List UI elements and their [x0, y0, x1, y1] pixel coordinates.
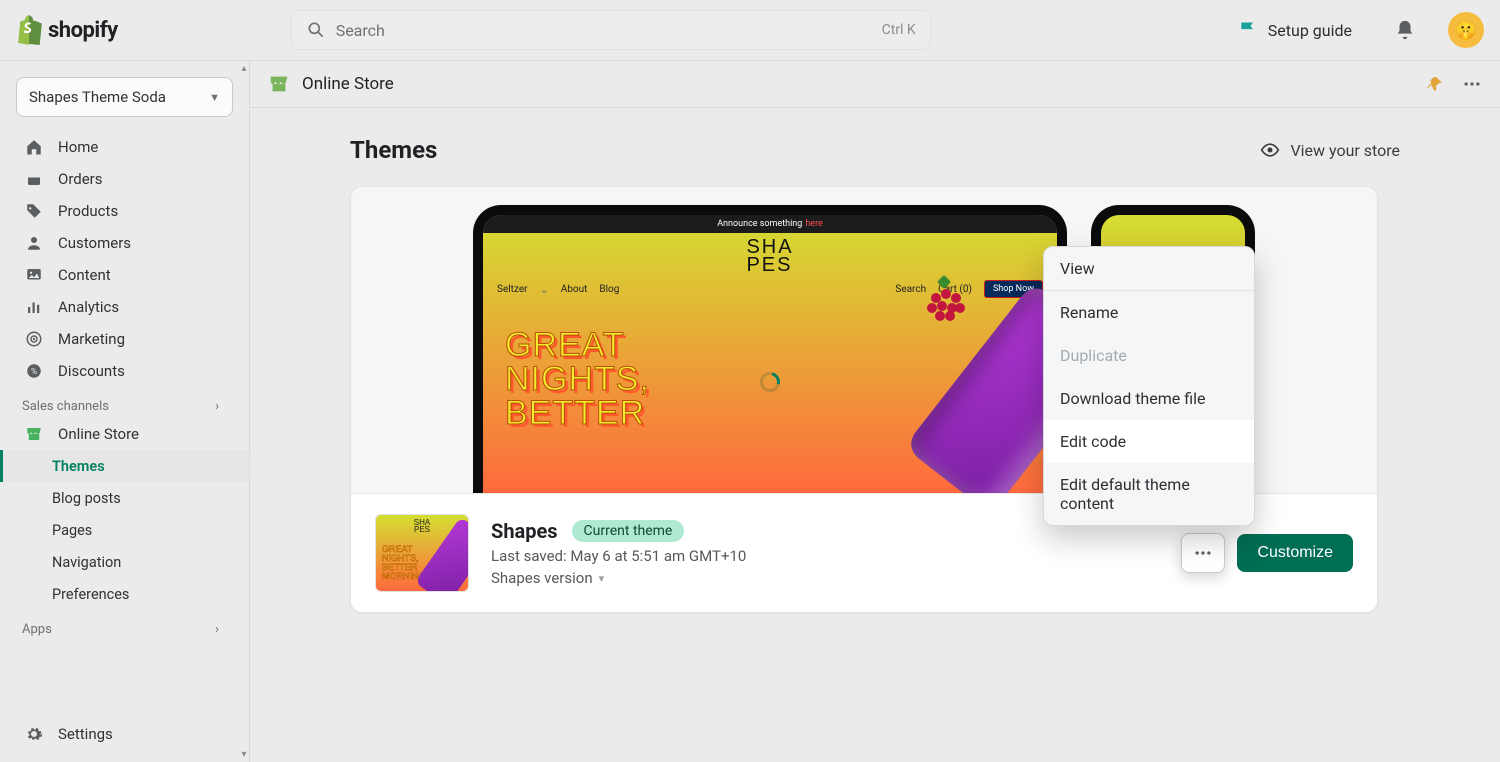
brand-text: shopify [48, 18, 118, 43]
top-bar: shopify Search Ctrl K Setup guide 🤫 [0, 0, 1500, 61]
scroll-up-icon: ▴ [241, 63, 246, 74]
nav-discounts[interactable]: %Discounts [0, 355, 249, 387]
store-selector[interactable]: Shapes Theme Soda ▼ [16, 77, 233, 117]
pin-icon[interactable] [1426, 75, 1444, 93]
chevron-down-icon: ▼ [209, 91, 220, 104]
nav-products[interactable]: Products [0, 195, 249, 227]
apps-header[interactable]: Apps › [0, 610, 249, 641]
nav-marketing[interactable]: Marketing [0, 323, 249, 355]
sidebar: ▴ ▾ Shapes Theme Soda ▼ Home Orders Prod… [0, 61, 250, 762]
theme-card: Announce somethinghere SHAPES Seltzer⌄ A… [350, 186, 1378, 613]
subnav-themes[interactable]: Themes [0, 450, 249, 482]
store-selector-label: Shapes Theme Soda [29, 88, 166, 106]
nav-customers[interactable]: Customers [0, 227, 249, 259]
preview-desktop: Announce somethinghere SHAPES Seltzer⌄ A… [473, 205, 1067, 493]
flag-icon [1238, 20, 1258, 40]
breadcrumb-bar: Online Store [250, 61, 1500, 108]
online-store-icon [268, 73, 290, 95]
view-store-link[interactable]: View your store [1260, 140, 1400, 160]
menu-view[interactable]: View [1044, 247, 1254, 290]
theme-last-saved: Last saved: May 6 at 5:51 am GMT+10 [491, 547, 746, 565]
sidebar-scrollbar[interactable]: ▴ ▾ [239, 61, 249, 762]
theme-thumbnail: SHAPES GREATNIGHTS,BETTERMORNINGS [375, 514, 469, 592]
gear-icon [24, 725, 44, 743]
menu-download-theme-file[interactable]: Download theme file [1044, 377, 1254, 420]
sales-channels-header[interactable]: Sales channels › [0, 387, 249, 418]
svg-text:%: % [31, 367, 37, 377]
subnav-preferences[interactable]: Preferences [0, 578, 249, 610]
page-title: Themes [350, 136, 437, 164]
nav-content[interactable]: Content [0, 259, 249, 291]
customize-button[interactable]: Customize [1237, 534, 1353, 572]
more-horizontal-icon [1193, 543, 1213, 563]
subnav-navigation[interactable]: Navigation [0, 546, 249, 578]
current-theme-badge: Current theme [572, 520, 685, 542]
main-content: Online Store Themes View your store [250, 61, 1500, 762]
customers-icon [24, 234, 44, 252]
online-store-icon [24, 425, 44, 443]
theme-actions-menu: View Rename Duplicate Download theme fil… [1043, 246, 1255, 526]
nav-online-store[interactable]: Online Store [0, 418, 249, 450]
search-shortcut: Ctrl K [882, 22, 916, 38]
raspberry-graphic [925, 283, 967, 321]
chevron-down-icon: ⌄ [540, 283, 549, 296]
user-avatar[interactable]: 🤫 [1448, 12, 1484, 48]
theme-card-footer: SHAPES GREATNIGHTS,BETTERMORNINGS Shapes… [351, 493, 1377, 612]
breadcrumb-title: Online Store [302, 74, 394, 94]
subnav-blog-posts[interactable]: Blog posts [0, 482, 249, 514]
setup-guide-link[interactable]: Setup guide [1238, 20, 1352, 40]
search-input[interactable]: Search Ctrl K [291, 10, 931, 50]
shopify-logo[interactable]: shopify [16, 15, 118, 45]
shopify-bag-icon [16, 15, 42, 45]
home-icon [24, 138, 44, 156]
theme-version-selector[interactable]: Shapes version ▾ [491, 569, 746, 587]
notifications-icon[interactable] [1394, 19, 1416, 41]
theme-actions-button[interactable] [1181, 533, 1225, 573]
search-icon [306, 20, 326, 40]
nav-orders[interactable]: Orders [0, 163, 249, 195]
subnav-pages[interactable]: Pages [0, 514, 249, 546]
orders-icon [24, 170, 44, 188]
discounts-icon: % [24, 362, 44, 380]
content-icon [24, 266, 44, 284]
chevron-right-icon: › [215, 399, 219, 414]
menu-edit-code[interactable]: Edit code [1044, 420, 1254, 463]
chevron-right-icon: › [215, 622, 219, 637]
menu-duplicate[interactable]: Duplicate [1044, 334, 1254, 377]
nav-settings[interactable]: Settings [0, 718, 249, 750]
menu-rename[interactable]: Rename [1044, 291, 1254, 334]
scroll-down-icon: ▾ [241, 749, 246, 760]
nav-analytics[interactable]: Analytics [0, 291, 249, 323]
theme-name: Shapes [491, 519, 558, 543]
search-placeholder: Search [336, 21, 872, 40]
menu-edit-default-theme-content[interactable]: Edit default theme content [1044, 463, 1254, 525]
more-horizontal-icon[interactable] [1462, 74, 1482, 94]
eye-icon [1260, 140, 1280, 160]
caret-down-icon: ▾ [599, 572, 605, 585]
nav-home[interactable]: Home [0, 131, 249, 163]
analytics-icon [24, 298, 44, 316]
marketing-icon [24, 330, 44, 348]
products-icon [24, 202, 44, 220]
